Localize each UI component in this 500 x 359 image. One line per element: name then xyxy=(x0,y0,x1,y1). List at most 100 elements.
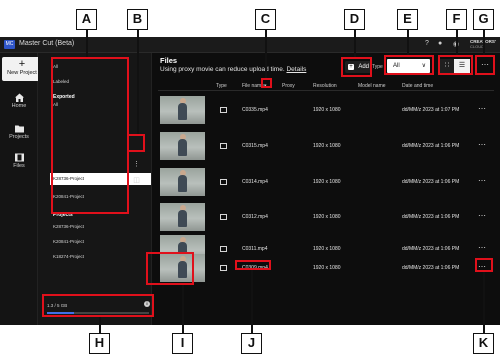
resolution: 1920 x 1080 xyxy=(313,143,341,149)
notification-bell-icon[interactable]: ● xyxy=(438,40,442,47)
nav-item-home[interactable]: Home xyxy=(0,90,38,109)
video-type-icon xyxy=(220,179,227,185)
callout-f: F xyxy=(446,9,467,30)
video-thumbnail[interactable] xyxy=(160,203,205,231)
column-proxy: Proxy xyxy=(282,83,295,89)
highlight-c xyxy=(261,78,272,88)
resolution: 1920 x 1080 xyxy=(313,246,341,252)
page-subtitle: Using proxy movie can reduce upload time… xyxy=(160,66,306,73)
leader-line-f xyxy=(456,30,458,55)
nav-item-projects[interactable]: Projects xyxy=(0,121,38,140)
help-icon[interactable]: ? xyxy=(425,40,429,47)
callout-c: C xyxy=(255,9,276,30)
row-more-icon[interactable]: ⋯ xyxy=(478,176,486,185)
home-icon xyxy=(0,90,38,102)
video-thumbnail[interactable] xyxy=(160,132,205,160)
nav-projects-label: Projects xyxy=(9,134,29,140)
new-project-label: New Project xyxy=(7,70,37,76)
leader-line-b xyxy=(137,30,139,134)
table-row[interactable]: C0314.mp4 1920 x 1080 dd/MM/z 2023 at 1:… xyxy=(158,168,494,204)
column-model-name: Model name xyxy=(358,83,386,89)
table-row[interactable]: C0309.mp4 1920 x 1080 dd/MM/z 2023 at 1:… xyxy=(158,254,494,290)
row-more-icon[interactable]: ⋯ xyxy=(478,211,486,220)
highlight-f xyxy=(438,55,473,75)
table-row[interactable]: C0312.mp4 1920 x 1080 dd/MM/z 2023 at 1:… xyxy=(158,203,494,239)
highlight-b xyxy=(127,134,145,152)
window-title: Master Cut (Beta) xyxy=(19,40,75,47)
highlight-h xyxy=(42,294,154,317)
date-time: dd/MM/z 2023 at 1:06 PM xyxy=(402,246,460,252)
date-time: dd/MM/z 2023 at 1:06 PM xyxy=(402,143,460,149)
video-type-icon xyxy=(220,107,227,113)
project-item[interactable]: K20841-Project xyxy=(53,239,84,244)
date-time: dd/MM/z 2023 at 1:06 PM xyxy=(402,265,460,271)
row-more-icon[interactable]: ⋯ xyxy=(478,104,486,113)
highlight-j xyxy=(235,260,271,270)
resolution: 1920 x 1080 xyxy=(313,265,341,271)
table-row[interactable]: C0315.mp4 1920 x 1080 dd/MM/z 2023 at 1:… xyxy=(158,132,494,168)
leader-line-i xyxy=(182,285,184,333)
highlight-i xyxy=(146,252,194,285)
file-name: C0312.mp4 xyxy=(242,214,268,220)
column-type: Type xyxy=(216,83,227,89)
file-name: C0311.mp4 xyxy=(242,246,268,252)
left-nav: + New Project Home Projects Files xyxy=(0,53,42,325)
resolution: 1920 x 1080 xyxy=(313,214,341,220)
callout-d: D xyxy=(344,9,365,30)
video-type-icon xyxy=(220,143,227,149)
row-more-icon[interactable]: ⋯ xyxy=(478,243,486,252)
callout-k: K xyxy=(473,333,494,354)
page-title: Files xyxy=(160,56,178,65)
table-row[interactable]: C0335.mp4 1920 x 1080 dd/MM/z 2023 at 1:… xyxy=(158,96,494,132)
leader-line-d xyxy=(354,30,356,57)
resolution: 1920 x 1080 xyxy=(313,179,341,185)
leader-line-g xyxy=(483,30,485,55)
file-name: C0314.mp4 xyxy=(242,179,268,185)
resolution: 1920 x 1080 xyxy=(313,107,341,113)
column-date-time: Date and time xyxy=(402,83,434,89)
highlight-e xyxy=(384,55,434,75)
film-icon xyxy=(0,150,38,162)
video-thumbnail[interactable] xyxy=(160,168,205,196)
type-filter-label: Type xyxy=(372,64,383,70)
details-link[interactable]: Details xyxy=(286,66,306,73)
nav-files-label: Files xyxy=(13,163,25,169)
callout-h: H xyxy=(89,333,110,354)
callout-e: E xyxy=(397,9,418,30)
callout-b: B xyxy=(127,9,148,30)
title-bar: MC Master Cut (Beta) ? ● ◉ CREATORS' CLO… xyxy=(0,37,500,53)
leader-line-c xyxy=(265,30,267,78)
file-name: C0315.mp4 xyxy=(242,143,268,149)
project-item[interactable]: K28736-Project xyxy=(53,224,84,229)
row-more-icon[interactable]: ⋯ xyxy=(478,140,486,149)
highlight-k xyxy=(475,258,493,272)
file-name: C0335.mp4 xyxy=(242,107,268,113)
callout-i: I xyxy=(172,333,193,354)
highlight-g xyxy=(475,55,495,75)
app-logo: MC xyxy=(4,40,15,49)
highlight-a xyxy=(51,57,129,214)
column-resolution: Resolution xyxy=(313,83,337,89)
video-thumbnail[interactable] xyxy=(160,96,205,124)
new-project-button[interactable]: + New Project xyxy=(2,57,42,81)
video-type-icon xyxy=(220,214,227,220)
callout-a: A xyxy=(76,9,97,30)
leader-line-h xyxy=(99,317,101,333)
highlight-d xyxy=(341,57,372,77)
leader-line-a xyxy=(86,30,88,57)
plus-icon: + xyxy=(18,58,26,70)
callout-g: G xyxy=(473,9,494,30)
leader-line-j xyxy=(251,270,253,333)
leader-line-k xyxy=(483,272,485,333)
callout-j: J xyxy=(241,333,262,354)
project-edit-icon[interactable]: ◫ xyxy=(132,176,141,185)
project-options-icon[interactable]: ⋮ xyxy=(132,160,141,169)
project-item[interactable]: K18274-Project xyxy=(53,254,84,259)
folder-icon xyxy=(0,121,38,133)
video-type-icon xyxy=(220,246,227,252)
date-time: dd/MM/z 2023 at 1:07 PM xyxy=(402,107,460,113)
video-type-icon xyxy=(220,265,227,271)
header-divider xyxy=(158,90,494,91)
nav-item-files[interactable]: Files xyxy=(0,150,38,169)
date-time: dd/MM/z 2023 at 1:06 PM xyxy=(402,179,460,185)
